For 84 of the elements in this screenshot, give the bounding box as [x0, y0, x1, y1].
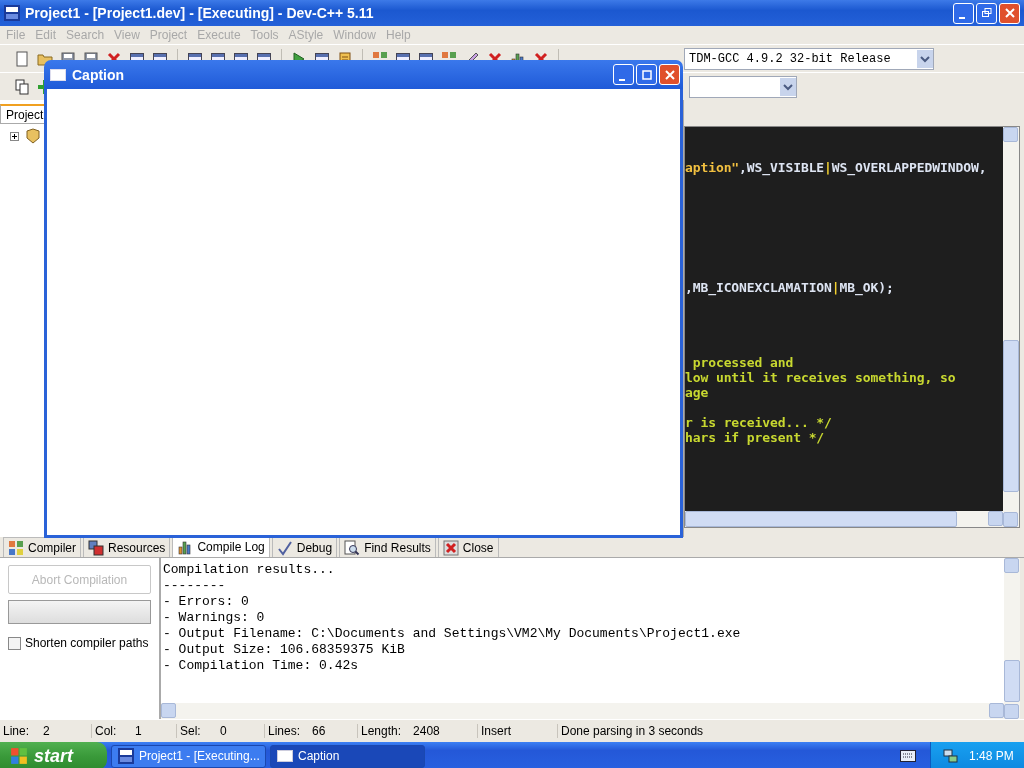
panel-tab[interactable]: Debug: [271, 537, 338, 557]
code-line: hars if present */: [685, 430, 825, 445]
restore-icon: [981, 8, 992, 18]
check-icon: [276, 539, 293, 556]
menu-item[interactable]: Tools: [247, 28, 286, 42]
expander-icon[interactable]: [10, 131, 19, 141]
status-label: Sel:: [180, 724, 202, 738]
status-value: Insert: [481, 724, 511, 738]
panel-tab[interactable]: Find Results: [339, 537, 436, 557]
cross-icon: [442, 539, 459, 556]
pages-icon[interactable]: [14, 78, 30, 95]
status-label: Line:: [3, 724, 31, 738]
code-line: aption",WS_VISIBLE|WS_OVERLAPPEDWINDOW,: [685, 160, 987, 175]
code-line: processed and: [691, 355, 794, 370]
panel-tab[interactable]: Resources: [83, 537, 171, 557]
minimize-button[interactable]: [613, 64, 634, 85]
close-button[interactable]: [999, 2, 1020, 24]
window-icon: [50, 68, 66, 81]
horizontal-scrollbar[interactable]: [685, 511, 1003, 527]
start-button[interactable]: start: [0, 742, 107, 768]
stack-icon: [88, 539, 104, 556]
horizontal-scrollbar[interactable]: [161, 703, 1004, 719]
checkbox[interactable]: [8, 636, 21, 650]
close-icon: [1004, 8, 1015, 18]
status-value: 66: [312, 724, 326, 738]
code-line: age: [685, 385, 709, 400]
close-button[interactable]: [659, 64, 680, 85]
document-icon[interactable]: [14, 50, 30, 67]
grid-icon: [8, 539, 24, 556]
log-line: - Output Filename: C:\Documents and Settings\VM2\My Documents\Project1.exe: [163, 626, 742, 642]
menu-item[interactable]: AStyle: [285, 28, 331, 42]
code-line: r is received... */: [685, 415, 832, 430]
app-icon: [4, 5, 20, 21]
log-line: Compilation results...: [163, 562, 336, 578]
vertical-scrollbar[interactable]: [1003, 127, 1019, 527]
checkbox-label: Shorten compiler paths: [25, 636, 149, 650]
menu-item[interactable]: Window: [330, 28, 383, 42]
menu-item[interactable]: Edit: [32, 28, 64, 42]
app-icon: [118, 748, 134, 764]
status-label: Lines:: [268, 724, 301, 738]
log-line: - Warnings: 0: [163, 610, 266, 626]
keyboard-icon[interactable]: [900, 750, 916, 762]
log-line: - Errors: 0: [163, 594, 250, 610]
magnifier-icon: [344, 539, 361, 556]
menu-item[interactable]: Help: [382, 28, 418, 42]
status-label: Col:: [95, 724, 118, 738]
window-title: Project1 - [Project1.dev] - [Executing] - Dev-C++ 5.11: [25, 5, 374, 21]
window-icon: [277, 748, 293, 764]
log-line: --------: [163, 578, 227, 594]
taskbar-button[interactable]: Caption: [270, 744, 425, 768]
clock: 1:48 PM: [969, 749, 1014, 763]
panel-tab[interactable]: Close: [437, 537, 499, 557]
status-value: 2: [43, 724, 50, 738]
maximize-icon: [641, 69, 652, 80]
code-editor[interactable]: aption",WS_VISIBLE|WS_OVERLAPPEDWINDOW, ,MB_ICONEXCLAMATION|MB_OK); processed and low until it receives something, so age r is received... */ hars if present */: [684, 126, 1020, 528]
vertical-scrollbar[interactable]: [1004, 558, 1020, 719]
menu-item[interactable]: Execute: [194, 28, 248, 42]
maximize-button[interactable]: [636, 64, 657, 85]
log-line: - Output Size: 106.68359375 KiB: [163, 642, 406, 658]
menu-item[interactable]: Search: [63, 28, 112, 42]
close-icon: [664, 69, 675, 80]
minimize-button[interactable]: [953, 2, 974, 24]
code-line: ,MB_ICONEXCLAMATION|MB_OK);: [685, 280, 894, 295]
status-value: 1: [135, 724, 142, 738]
taskbar-button[interactable]: Project1 - [Executing...: [111, 744, 266, 768]
menu-item[interactable]: File: [3, 28, 33, 42]
status-label: Length:: [361, 724, 402, 738]
restore-button[interactable]: [976, 2, 997, 24]
minimize-icon: [618, 78, 625, 81]
menu-item[interactable]: View: [111, 28, 147, 42]
compiler-dropdown[interactable]: TDM-GCC 4.9.2 32-bit Release: [684, 47, 934, 70]
window-title: Caption: [72, 66, 125, 83]
project-icon: [25, 128, 41, 144]
bar-chart-icon: [177, 538, 194, 555]
panel-tab[interactable]: Compiler: [3, 537, 81, 557]
windows-flag-icon: [10, 747, 28, 765]
network-icon[interactable]: [943, 748, 959, 764]
minimize-icon: [958, 17, 965, 19]
status-value: Done parsing in 3 seconds: [561, 724, 704, 738]
log-line: - Compilation Time: 0.42s: [163, 658, 360, 674]
code-line: low until it receives something, so: [685, 370, 956, 385]
menu-item[interactable]: Project: [146, 28, 195, 42]
status-value: 2408: [413, 724, 440, 738]
status-value: 0: [220, 724, 227, 738]
